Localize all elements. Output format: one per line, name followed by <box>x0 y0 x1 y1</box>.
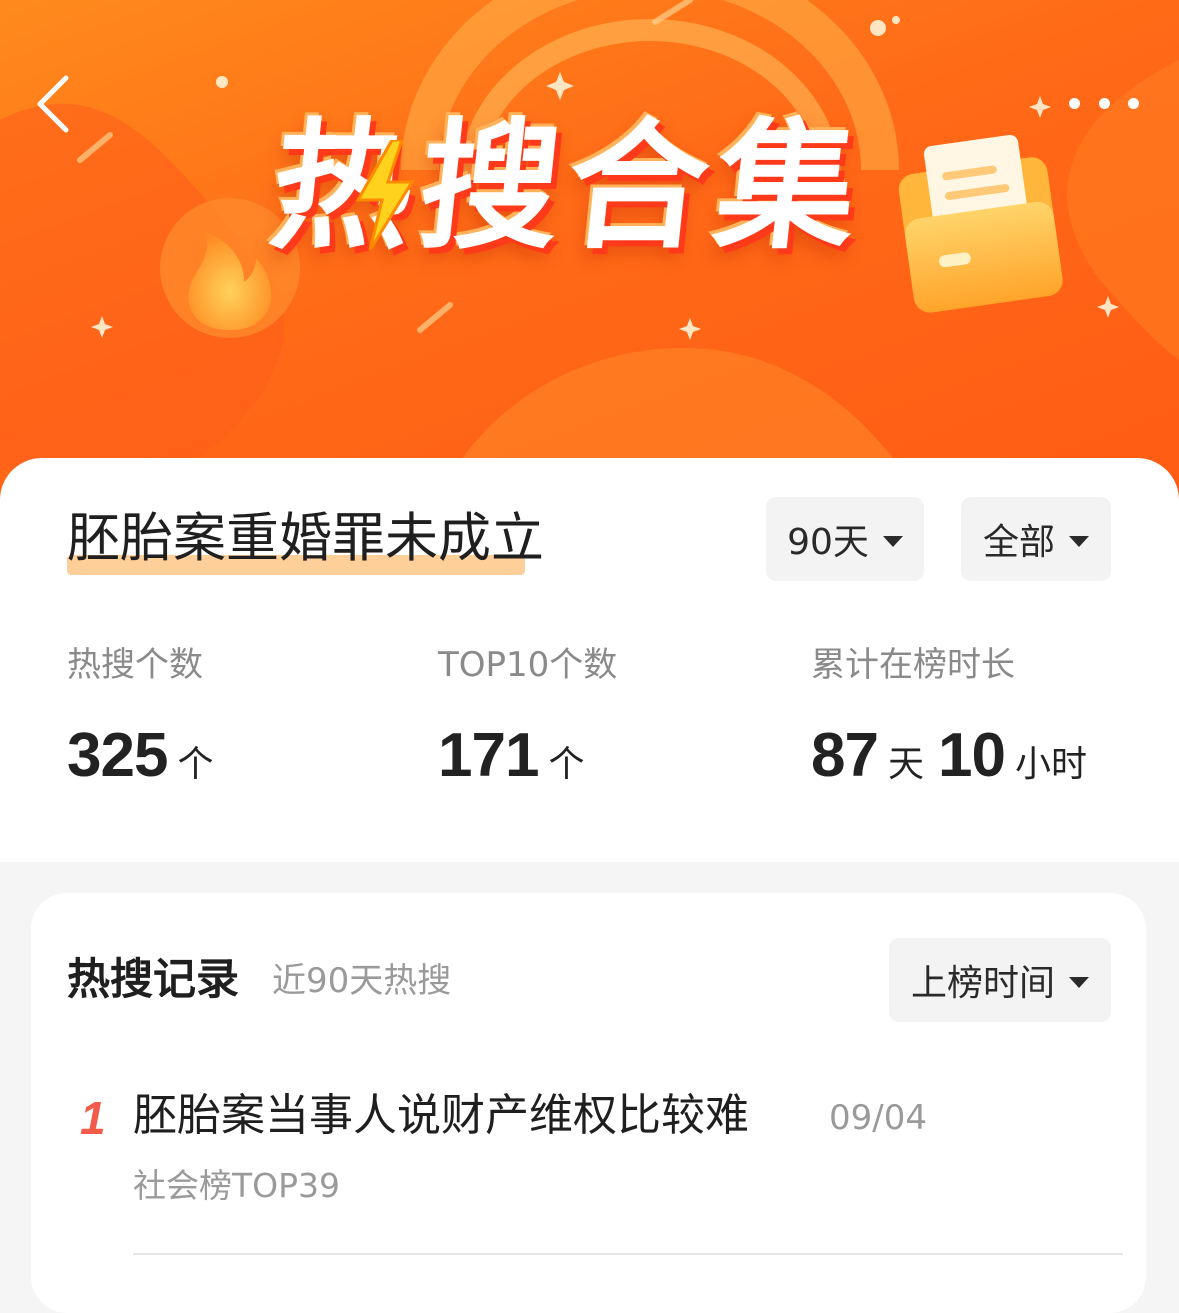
stat-days-number: 87 <box>811 721 879 790</box>
dot <box>1098 97 1110 109</box>
header-banner: 热搜合集 <box>0 0 1179 520</box>
stat-top10-count: TOP10个数 171 个 <box>438 640 618 790</box>
stat-label: TOP10个数 <box>438 645 618 685</box>
stat-value: 87 天 10 小时 <box>811 720 1101 792</box>
record-date: 09/04 <box>829 1098 927 1138</box>
record-title[interactable]: 胚胎案当事人说财产维权比较难 <box>133 1086 749 1146</box>
dot <box>1069 97 1080 109</box>
stat-hot-count: 热搜个数 325 个 <box>67 640 213 790</box>
folder-icon <box>898 134 1063 313</box>
stat-total-duration: 累计在榜时长 87 天 10 小时 <box>811 640 1087 790</box>
sort-dropdown[interactable]: 上榜时间 <box>889 938 1111 1022</box>
sort-dropdown-label: 上榜时间 <box>910 963 1055 1004</box>
stat-number: 171 <box>438 721 539 790</box>
dot <box>1128 97 1139 109</box>
stat-unit: 个 <box>177 744 214 785</box>
stat-label: 累计在榜时长 <box>811 645 1015 685</box>
stat-hours-unit: 小时 <box>1014 744 1087 785</box>
topic-title: 胚胎案重婚罪未成立 <box>67 508 544 569</box>
topic-title-wrap: 胚胎案重婚罪未成立 <box>67 505 544 575</box>
dropdown-caret-icon <box>1069 976 1089 988</box>
stat-days-unit: 天 <box>887 744 924 785</box>
stat-value: 325 个 <box>67 720 227 792</box>
records-subtitle: 近90天热搜 <box>272 961 452 1001</box>
more-dots-icon[interactable] <box>1069 88 1139 118</box>
period-dropdown-label: 90天 <box>787 522 869 563</box>
stat-unit: 个 <box>548 744 585 785</box>
record-rank: 1 <box>80 1092 106 1144</box>
records-title: 热搜记录 <box>67 955 239 1005</box>
stat-label: 热搜个数 <box>67 645 203 685</box>
stat-hours-number: 10 <box>937 721 1006 790</box>
period-dropdown[interactable]: 90天 <box>766 497 924 581</box>
back-button[interactable] <box>30 70 80 140</box>
stat-number: 325 <box>67 721 168 790</box>
lightning-icon <box>355 140 415 250</box>
divider <box>133 1253 1123 1255</box>
scope-dropdown-label: 全部 <box>982 522 1055 563</box>
dropdown-caret-icon <box>882 535 903 547</box>
dropdown-caret-icon <box>1069 535 1089 547</box>
stat-value: 171 个 <box>438 720 598 792</box>
scope-dropdown[interactable]: 全部 <box>961 497 1111 581</box>
back-arrow-icon <box>37 75 69 133</box>
record-tag: 社会榜TOP39 <box>133 1166 341 1205</box>
